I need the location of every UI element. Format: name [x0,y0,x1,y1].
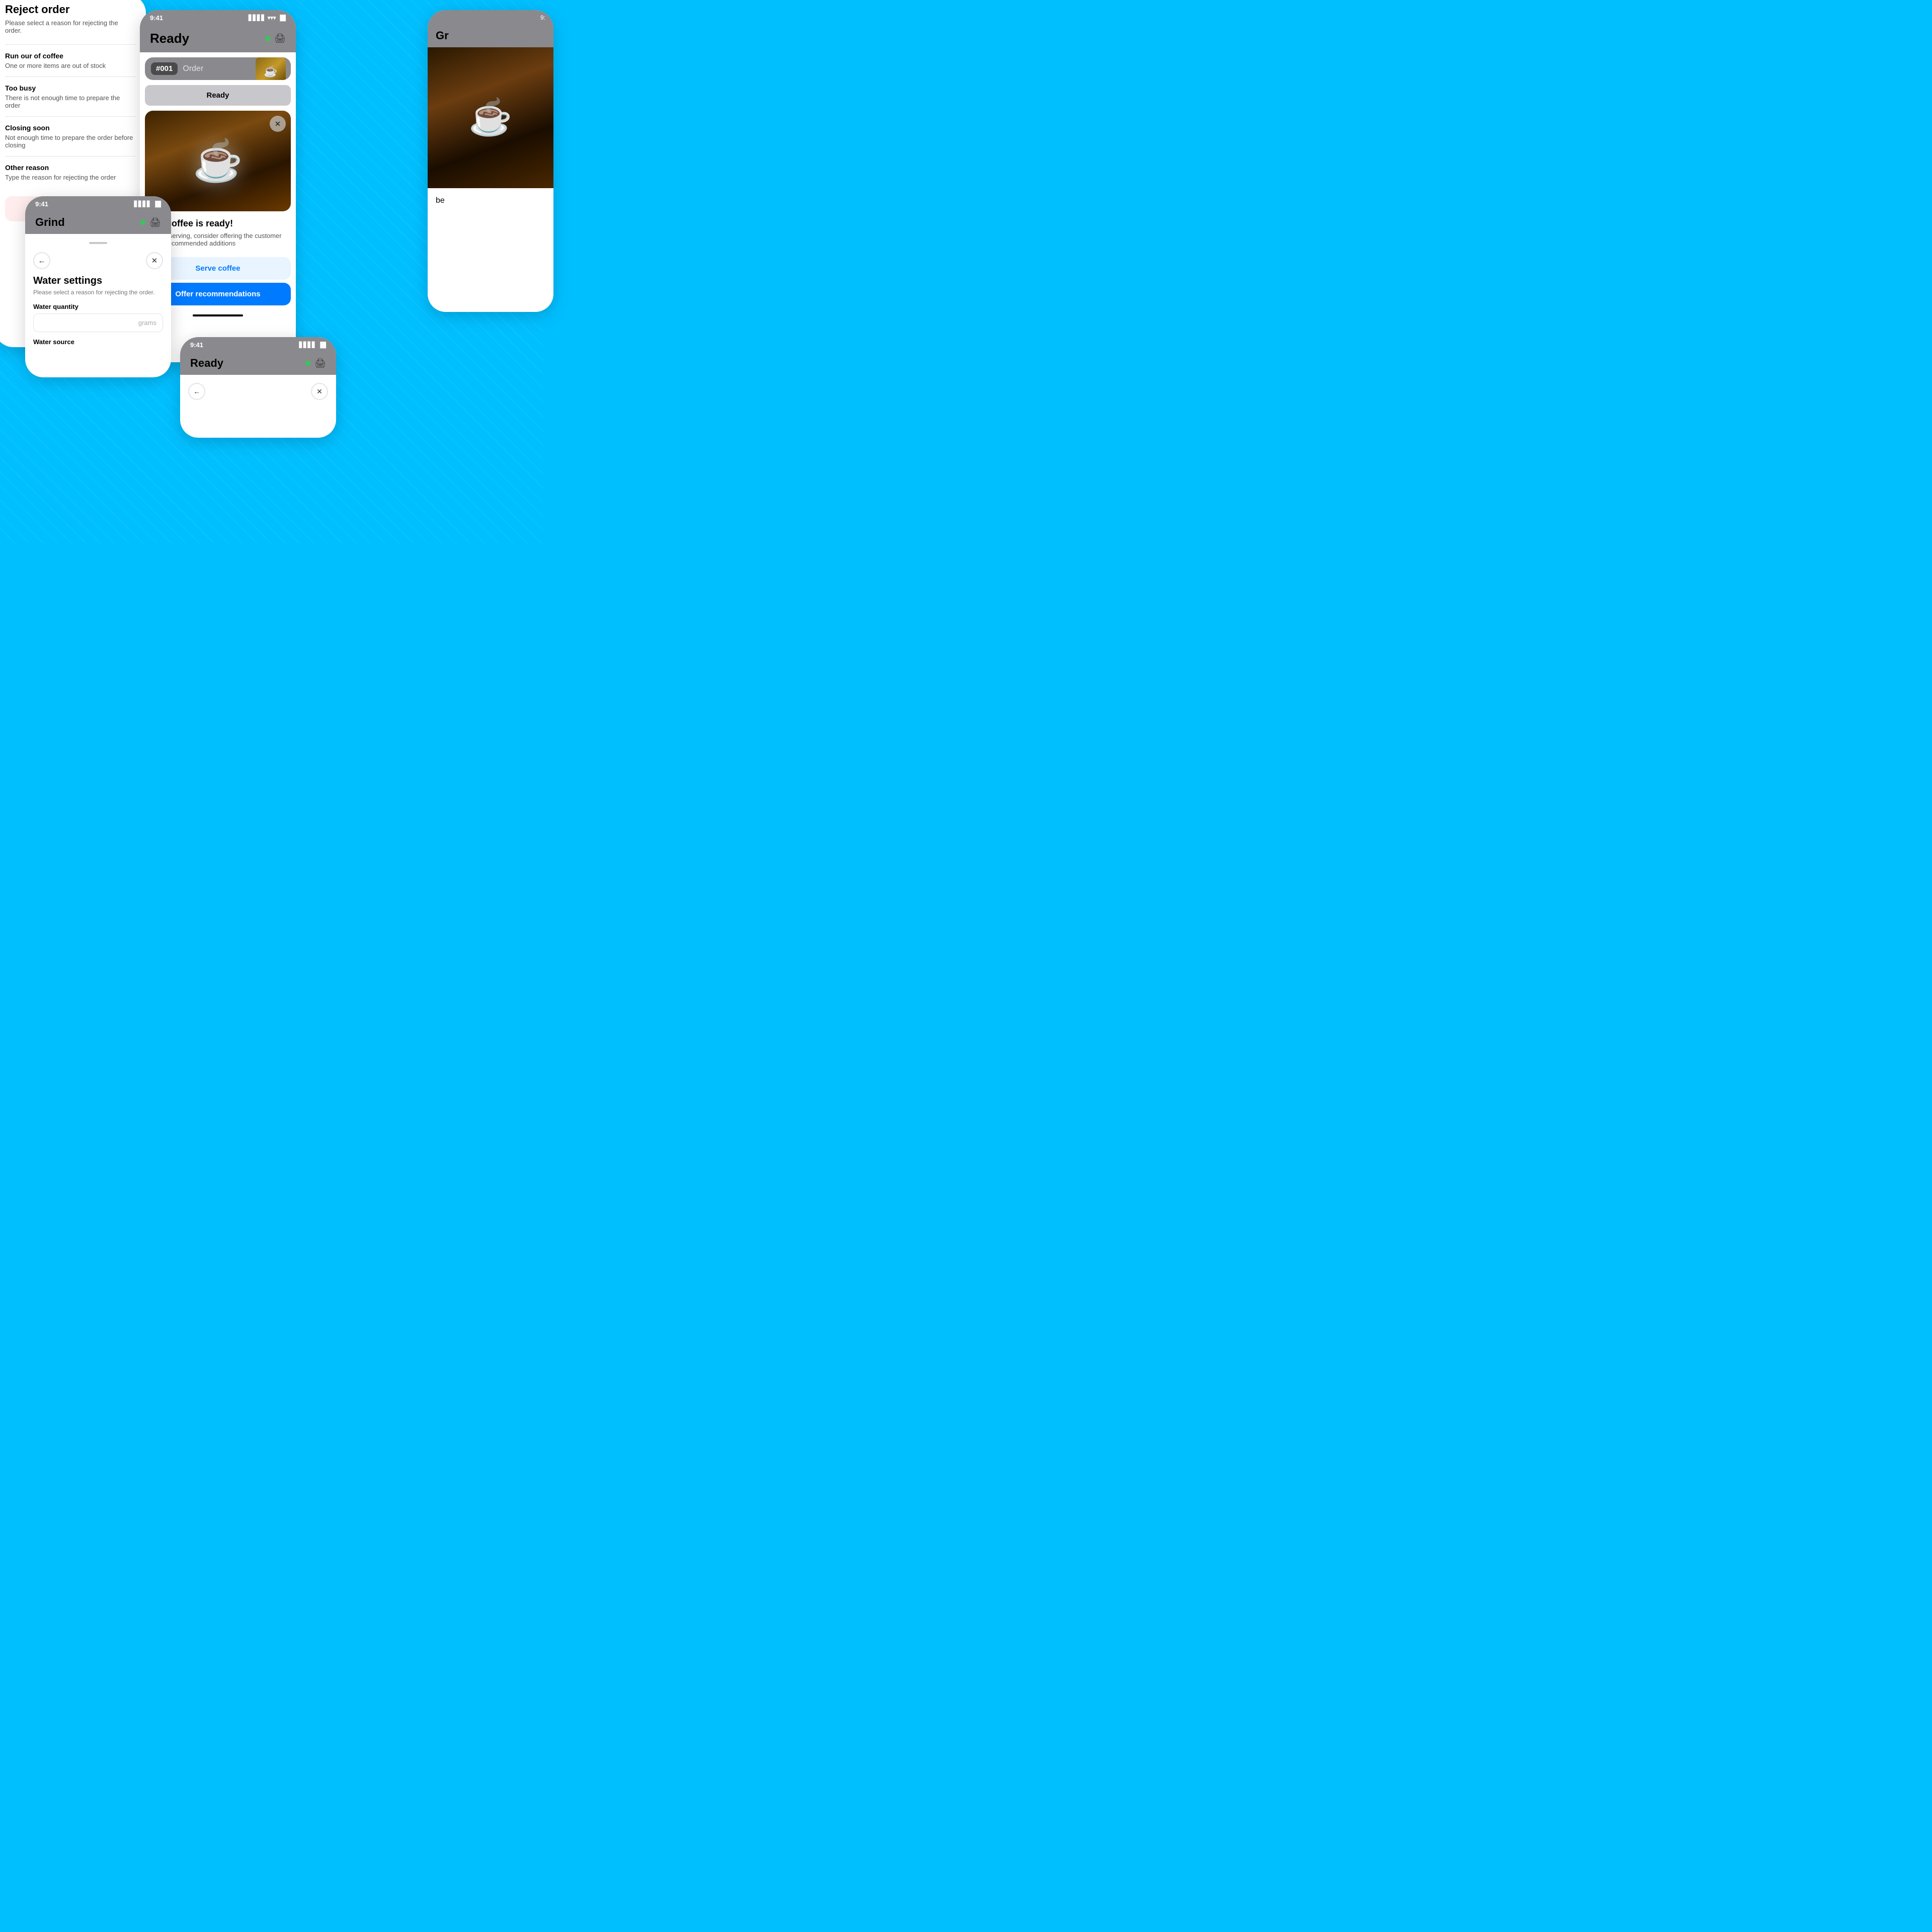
signal-icon-grind: ▋▋▋▋ [134,201,151,207]
status-bar-ready: 9:41 ▋▋▋▋ ▾▾▾ ▐█ [140,10,296,25]
far-right-coffee-image: ☕ [428,47,553,188]
battery-icon: ▐█ [278,15,286,21]
status-icons-ready: ▋▋▋▋ ▾▾▾ ▐█ [249,15,286,21]
status-bar-far-right: 9: [428,10,553,24]
status-time-ready: 9:41 [150,14,163,22]
home-bar-ready [193,314,243,316]
far-right-title: Gr [436,29,545,42]
ready-bottom-sheet: ← ✕ [180,377,336,406]
water-settings-subtitle: Please select a reason for rejecting the… [33,289,163,296]
phone-far-right: 9: Gr ☕ be [428,10,553,312]
ready-app-title: Ready [150,31,189,46]
coffee-thumbnail: ☕ [256,57,286,80]
order-card: #001 Order ☕ [145,57,291,80]
reject-subtitle: Please select a reason for rejecting the… [5,19,136,34]
status-time-grind: 9:41 [35,200,48,208]
order-number-badge: #001 [151,62,178,75]
sheet-navigation: ← ✕ [33,252,163,269]
coffee-image-area: ☕ ✕ [145,111,291,211]
ready-status-button[interactable]: Ready [145,85,291,106]
water-quantity-input[interactable]: grams [33,313,163,332]
status-time-far-right: 9: [540,14,545,21]
battery-icon-grind: ▐█ [153,201,161,207]
ready-app-header: Ready 🖨 [140,25,296,52]
water-quantity-label: Water quantity [33,303,163,310]
back-button-grind[interactable]: ← [33,252,50,269]
far-right-text: be [436,196,445,205]
printer-icon[interactable]: 🖨 [274,33,286,44]
status-icons-grind: ▋▋▋▋ ▐█ [134,201,161,207]
reject-option-run-out[interactable]: Run our of coffee One or more items are … [5,44,136,76]
order-label: Order [183,64,203,73]
battery-icon-ready-bottom: ▐█ [318,342,326,348]
coffee-steam-image: ☕ [193,137,243,185]
header-icons-ready-bottom: 🖨 [305,358,326,369]
reject-option-closing-soon-title: Closing soon [5,124,136,132]
signal-icon: ▋▋▋▋ [249,15,266,21]
water-source-label: Water source [33,338,163,346]
reject-option-run-out-title: Run our of coffee [5,52,136,60]
reject-option-other-title: Other reason [5,164,136,172]
status-icons-ready-bottom: ▋▋▋▋ ▐█ [299,342,326,348]
reject-options-list: Run our of coffee One or more items are … [0,44,146,188]
printer-icon-ready-bottom[interactable]: 🖨 [314,358,326,369]
header-icons-grind: 🖨 [140,217,161,228]
reject-option-closing-soon-desc: Not enough time to prepare the order bef… [5,134,136,149]
water-settings-title: Water settings [33,275,163,287]
reject-option-other-desc: Type the reason for rejecting the order [5,174,136,181]
sheet-handle [89,242,107,244]
close-button-ready-bottom[interactable]: ✕ [311,383,328,400]
online-status-dot [265,36,270,41]
wifi-icon: ▾▾▾ [268,15,276,21]
close-image-button[interactable]: ✕ [270,116,286,132]
printer-icon-grind[interactable]: 🖨 [149,217,161,228]
grind-app-title: Grind [35,216,65,229]
status-time-ready-bottom: 9:41 [190,341,203,349]
reject-option-closing-soon[interactable]: Closing soon Not enough time to prepare … [5,116,136,156]
water-settings-sheet: ← ✕ Water settings Please select a reaso… [25,234,171,354]
reject-option-run-out-desc: One or more items are out of stock [5,62,136,69]
order-card-top: #001 Order ☕ [145,57,291,80]
online-status-dot-grind [140,220,145,225]
far-right-header: Gr [428,24,553,47]
reject-option-too-busy-title: Too busy [5,84,136,92]
header-icons-ready: 🖨 [265,33,286,44]
grind-app-header: Grind 🖨 [25,211,171,234]
close-button-grind[interactable]: ✕ [146,252,163,269]
reject-title: Reject order [5,3,136,16]
phone-grind: 9:41 ▋▋▋▋ ▐█ Grind 🖨 ← ✕ Water settings … [25,196,171,377]
ready-bottom-title: Ready [190,357,223,370]
far-right-content: be [428,188,553,312]
water-quantity-placeholder: grams [138,319,156,327]
reject-option-other[interactable]: Other reason Type the reason for rejecti… [5,156,136,188]
online-dot-ready-bottom [305,361,310,366]
signal-icon-ready-bottom: ▋▋▋▋ [299,342,316,348]
back-button-ready-bottom[interactable]: ← [188,383,205,400]
reject-header: Reject order Please select a reason for … [0,0,146,44]
ready-bottom-header: Ready 🖨 [180,352,336,375]
reject-option-too-busy-desc: There is not enough time to prepare the … [5,94,136,109]
status-bar-ready-bottom: 9:41 ▋▋▋▋ ▐█ [180,337,336,352]
reject-option-too-busy[interactable]: Too busy There is not enough time to pre… [5,76,136,116]
status-bar-grind: 9:41 ▋▋▋▋ ▐█ [25,196,171,211]
phone-ready-bottom: 9:41 ▋▋▋▋ ▐█ Ready 🖨 ← ✕ [180,337,336,438]
